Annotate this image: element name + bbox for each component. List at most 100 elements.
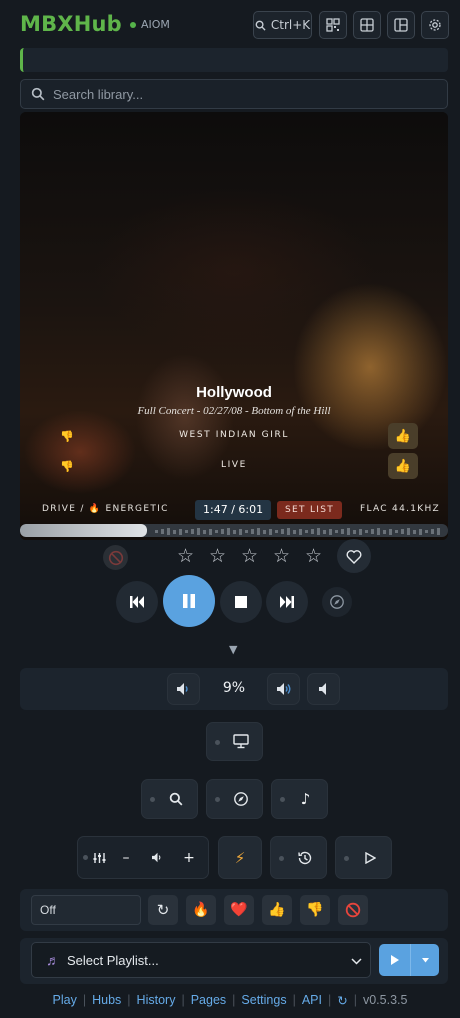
pause-button[interactable] <box>163 575 215 627</box>
waveform-tick <box>419 528 422 535</box>
time-display: 1:47 / 6:01 <box>195 500 272 520</box>
rating-star-5[interactable]: ☆ <box>305 545 322 567</box>
next-button[interactable] <box>266 581 308 623</box>
play-playlist-main[interactable] <box>379 944 411 976</box>
reload-icon: ↻ <box>337 993 348 1008</box>
footer-link-play[interactable]: Play <box>53 993 77 1007</box>
footer-link-history[interactable]: History <box>137 993 176 1007</box>
block-reaction-button[interactable] <box>338 895 368 925</box>
waveform-tick <box>245 530 248 533</box>
waveform-tick <box>377 528 380 535</box>
waveform-tick <box>359 528 362 535</box>
minus-button[interactable]: – <box>112 840 140 875</box>
artist-thumbs-up-icon[interactable]: 👍 <box>388 423 418 449</box>
tag-thumbs-up-icon[interactable]: 👍 <box>388 453 418 479</box>
autoplay-button[interactable] <box>335 836 392 879</box>
rating-star-2[interactable]: ☆ <box>209 545 226 567</box>
compass-icon <box>330 595 344 609</box>
mute-button[interactable] <box>307 673 340 705</box>
waveform-tick <box>341 529 344 534</box>
waveform-tick <box>227 528 230 535</box>
music-button[interactable]: ♪ <box>271 779 328 819</box>
waveform-tick <box>395 530 398 533</box>
status-label: AIOM <box>141 18 170 31</box>
stop-button[interactable] <box>220 581 262 623</box>
waveform-tick <box>173 529 176 534</box>
layout-button[interactable] <box>387 11 415 39</box>
command-palette-button[interactable]: Ctrl+K <box>253 11 312 39</box>
status-dot-icon <box>130 21 136 28</box>
search-input[interactable] <box>53 86 433 102</box>
settings-button[interactable] <box>421 11 449 39</box>
waveform-tick <box>155 530 158 533</box>
footer-link-pages[interactable]: Pages <box>191 993 226 1007</box>
waveform-tick <box>239 528 242 535</box>
ban-track-button[interactable] <box>103 545 128 570</box>
plus-icon: + <box>183 849 195 866</box>
mood-filter-select[interactable]: Off <box>31 895 141 925</box>
waveform-tick <box>389 528 392 535</box>
rating-star-4[interactable]: ☆ <box>273 545 290 567</box>
waveform-tick <box>299 528 302 535</box>
artist-thumbs-down-icon[interactable]: 👎 <box>60 430 74 443</box>
grid-view-button[interactable] <box>353 11 381 39</box>
seek-bar-fill <box>20 524 147 537</box>
format-label: FLAC 44.1KHZ <box>360 504 441 514</box>
waveform-tick <box>365 530 368 533</box>
equalizer-button[interactable] <box>88 840 110 875</box>
dislike-reaction-button[interactable]: 👎 <box>300 895 330 925</box>
qr-code-button[interactable] <box>319 11 347 39</box>
refresh-button[interactable]: ↻ <box>148 895 178 925</box>
playlist-select[interactable]: ♬ Select Playlist... <box>31 942 371 978</box>
tag-thumbs-down-icon[interactable]: 👎 <box>60 460 74 473</box>
thumbs-up-icon: 👍 <box>268 902 286 918</box>
now-playing-artwork[interactable]: Hollywood Full Concert - 02/27/08 - Bott… <box>20 112 448 540</box>
stop-icon <box>235 596 247 608</box>
waveform-tick <box>221 529 224 534</box>
fire-reaction-button[interactable]: 🔥 <box>186 895 216 925</box>
music-note-icon: ♬ <box>46 952 60 968</box>
energy-button[interactable]: ⚡ <box>218 836 262 879</box>
waveform-tick <box>353 529 356 534</box>
waveform-tick <box>437 528 440 535</box>
rating-star-1[interactable]: ☆ <box>177 545 194 567</box>
discover-button[interactable] <box>322 587 352 617</box>
waveform-tick <box>185 530 188 533</box>
library-search[interactable] <box>20 79 448 109</box>
waveform-tick <box>257 528 260 535</box>
rating-star-3[interactable]: ☆ <box>241 545 258 567</box>
plus-button[interactable]: + <box>174 840 204 875</box>
heart-icon <box>346 549 362 564</box>
ban-icon <box>108 550 123 565</box>
speaker-low-icon <box>176 683 188 695</box>
play-outline-icon <box>364 851 376 864</box>
footer-reload-link[interactable]: ↻ <box>337 993 347 1008</box>
footer-link-hubs[interactable]: Hubs <box>92 993 121 1007</box>
play-playlist-menu[interactable] <box>411 944 439 976</box>
waveform-tick <box>197 528 200 535</box>
waveform-tick <box>413 529 416 534</box>
setlist-button[interactable]: SET LIST <box>277 501 343 519</box>
previous-button[interactable] <box>116 581 158 623</box>
expand-toggle-icon[interactable]: ▼ <box>229 643 237 656</box>
seek-bar[interactable] <box>20 524 448 537</box>
search-panel-button[interactable] <box>141 779 198 819</box>
favorite-button[interactable] <box>337 539 371 573</box>
play-playlist-button[interactable] <box>379 944 439 976</box>
app-title: MBXHub <box>20 12 122 36</box>
output-device-button[interactable] <box>206 722 263 761</box>
footer-separator: | <box>327 993 332 1007</box>
waveform-tick <box>383 529 386 534</box>
history-button[interactable] <box>270 836 327 879</box>
footer-link-api[interactable]: API <box>302 993 322 1007</box>
volume-up-button[interactable] <box>267 673 300 705</box>
explore-button[interactable] <box>206 779 263 819</box>
waveform-tick <box>251 529 254 534</box>
footer-separator: | <box>82 993 87 1007</box>
waveform-tick <box>287 528 290 535</box>
like-reaction-button[interactable]: 👍 <box>262 895 292 925</box>
volume-down-button[interactable] <box>167 673 200 705</box>
love-reaction-button[interactable]: ❤️ <box>224 895 254 925</box>
volume-mode-button[interactable] <box>144 840 170 875</box>
footer-link-settings[interactable]: Settings <box>241 993 286 1007</box>
